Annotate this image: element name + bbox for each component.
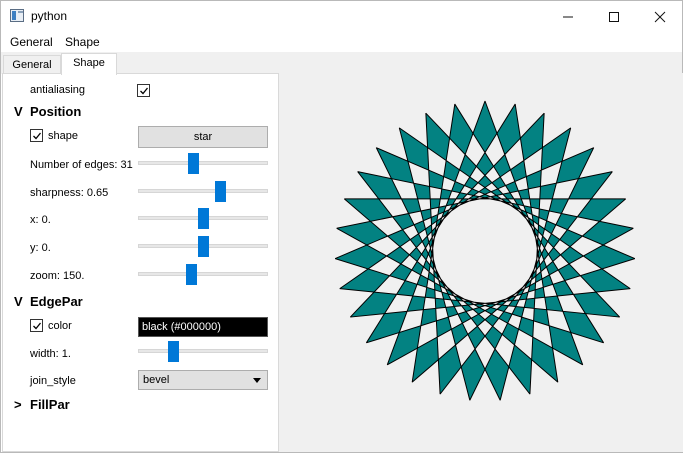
- edgepar-expand-arrow[interactable]: V: [14, 294, 23, 309]
- window-title: python: [31, 9, 68, 23]
- tab-general[interactable]: General: [3, 55, 61, 75]
- slider-handle[interactable]: [186, 264, 197, 285]
- join-style-value: bevel: [143, 374, 170, 386]
- zoom-label: zoom: 150.: [30, 270, 85, 282]
- antialiasing-checkbox[interactable]: [137, 84, 150, 97]
- slider-groove: [138, 189, 268, 193]
- join-style-select[interactable]: bevel: [138, 370, 268, 390]
- shape-checkbox[interactable]: [30, 129, 43, 142]
- checkmark-icon: [140, 87, 149, 95]
- color-field[interactable]: black (#000000): [138, 317, 268, 337]
- title-bar: python: [1, 1, 682, 32]
- menu-bar: General Shape: [1, 32, 682, 52]
- checkmark-icon: [33, 322, 42, 330]
- position-section-title[interactable]: Position: [30, 104, 81, 119]
- maximize-icon: [609, 12, 619, 22]
- y-label: y: 0.: [30, 242, 51, 254]
- star-shape: [334, 100, 636, 401]
- sharpness-label: sharpness: 0.65: [30, 187, 109, 199]
- star-polygon: [334, 100, 636, 401]
- app-icon: [10, 9, 24, 22]
- menu-general[interactable]: General: [10, 35, 53, 49]
- minimize-button[interactable]: [545, 1, 591, 32]
- checkmark-icon: [33, 132, 42, 140]
- edges-slider[interactable]: [138, 152, 268, 176]
- sharpness-slider[interactable]: [138, 180, 268, 204]
- close-button[interactable]: [637, 1, 683, 32]
- y-slider[interactable]: [138, 235, 268, 259]
- tab-bar: General Shape: [1, 52, 682, 75]
- shape-canvas[interactable]: [279, 73, 683, 452]
- zoom-slider[interactable]: [138, 263, 268, 287]
- edges-label: Number of edges: 31: [30, 159, 133, 171]
- slider-groove: [138, 272, 268, 276]
- chevron-down-icon: [253, 378, 261, 383]
- close-icon: [654, 11, 666, 23]
- tab-shape[interactable]: Shape: [61, 53, 117, 75]
- slider-groove: [138, 161, 268, 165]
- shape-label: shape: [48, 130, 78, 142]
- color-checkbox[interactable]: [30, 319, 43, 332]
- slider-handle[interactable]: [168, 341, 179, 362]
- shape-settings-panel: antialiasing V Position shape star Numbe…: [2, 73, 279, 452]
- slider-handle[interactable]: [215, 181, 226, 202]
- shape-type-button[interactable]: star: [138, 126, 268, 148]
- app-window: python General Shape General Shape antia…: [0, 0, 683, 453]
- color-label: color: [48, 320, 72, 332]
- fillpar-section-title[interactable]: FillPar: [30, 397, 70, 412]
- maximize-button[interactable]: [591, 1, 637, 32]
- antialiasing-label: antialiasing: [30, 84, 86, 96]
- width-label: width: 1.: [30, 348, 71, 360]
- slider-handle[interactable]: [188, 153, 199, 174]
- x-slider[interactable]: [138, 207, 268, 231]
- edgepar-section-title[interactable]: EdgePar: [30, 294, 83, 309]
- x-label: x: 0.: [30, 214, 51, 226]
- menu-shape[interactable]: Shape: [65, 35, 100, 49]
- position-expand-arrow[interactable]: V: [14, 104, 23, 119]
- slider-groove: [138, 349, 268, 353]
- slider-handle[interactable]: [198, 208, 209, 229]
- fillpar-expand-arrow[interactable]: >: [14, 397, 22, 412]
- join-style-label: join_style: [30, 375, 76, 387]
- width-slider[interactable]: [138, 340, 268, 364]
- slider-handle[interactable]: [198, 236, 209, 257]
- minimize-icon: [563, 16, 573, 18]
